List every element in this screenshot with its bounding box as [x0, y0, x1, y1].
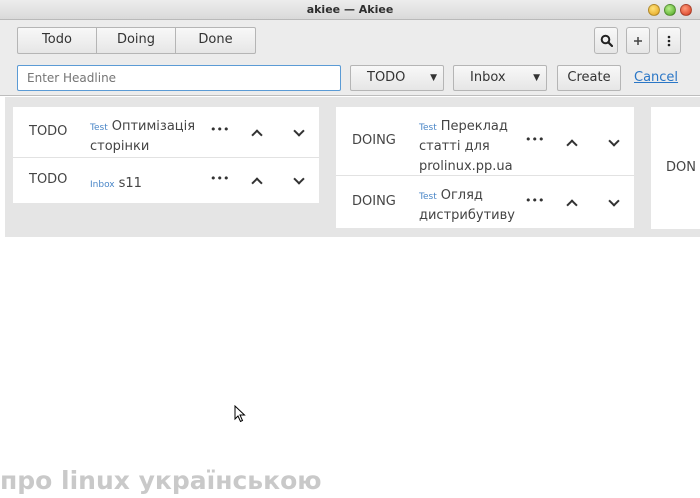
task-card[interactable]: DOING Test Переклад статті для prolinux.p… [336, 107, 634, 176]
chevron-up-icon[interactable] [566, 139, 578, 151]
chevron-down-icon[interactable] [293, 125, 305, 137]
doing-tab[interactable]: Doing [97, 28, 176, 53]
chevron-up-icon[interactable] [251, 177, 263, 189]
add-button[interactable] [626, 27, 650, 54]
task-text: Test Переклад статті для prolinux.pp.ua [419, 115, 519, 175]
title-bar: akiee — Akiee [0, 0, 700, 20]
chevron-down-icon: ▼ [533, 73, 540, 83]
maximize-button[interactable] [664, 4, 676, 16]
view-switcher: Todo Doing Done [17, 27, 256, 54]
cancel-link[interactable]: Cancel [634, 70, 678, 85]
search-button[interactable] [594, 27, 618, 54]
done-tab[interactable]: Done [176, 28, 255, 53]
chevron-down-icon[interactable] [608, 195, 620, 207]
vertical-dots-icon [667, 35, 671, 46]
list-select-value: Inbox [470, 70, 506, 85]
close-button[interactable] [680, 4, 692, 16]
chevron-down-icon[interactable] [608, 135, 620, 147]
more-icon[interactable]: ••• [525, 133, 544, 146]
task-state: DOING [352, 133, 396, 148]
minimize-button[interactable] [648, 4, 660, 16]
todo-tab[interactable]: Todo [18, 28, 97, 53]
more-icon[interactable]: ••• [210, 123, 229, 136]
task-card[interactable]: DOING Test Огляд дистрибутиву ••• [336, 176, 634, 228]
todo-column: TODO Test Оптимізація сторінки ••• TODO I… [13, 107, 319, 203]
task-tag[interactable]: Test [419, 192, 437, 202]
task-tag[interactable]: Inbox [90, 180, 115, 190]
more-icon[interactable]: ••• [525, 194, 544, 207]
task-text: Test Оптимізація сторінки [90, 115, 205, 155]
window-title: akiee — Akiee [306, 3, 394, 16]
search-icon [600, 34, 613, 47]
board: TODO Test Оптимізація сторінки ••• TODO I… [5, 97, 700, 237]
task-title: s11 [118, 176, 142, 191]
plus-icon [634, 36, 642, 45]
task-card[interactable]: TODO Test Оптимізація сторінки ••• [13, 107, 319, 158]
task-state: TODO [29, 172, 68, 187]
state-select[interactable]: TODO ▼ [350, 65, 444, 91]
task-state: DOING [352, 194, 396, 209]
toolbar: Todo Doing Done TODO ▼ Inbox ▼ Create Ca… [0, 20, 700, 96]
task-text: Test Огляд дистрибутиву [419, 184, 519, 224]
chevron-up-icon[interactable] [566, 199, 578, 211]
task-text: Inbox s11 [90, 172, 205, 192]
headline-input[interactable] [17, 65, 341, 91]
menu-button[interactable] [657, 27, 681, 54]
task-card[interactable]: TODO Inbox s11 ••• [13, 158, 319, 203]
doing-column: DOING Test Переклад статті для prolinux.p… [336, 107, 634, 228]
done-column-state: DON [666, 160, 696, 175]
list-select[interactable]: Inbox ▼ [453, 65, 547, 91]
mouse-pointer-icon [234, 405, 246, 423]
chevron-up-icon[interactable] [251, 129, 263, 141]
chevron-down-icon[interactable] [293, 173, 305, 185]
chevron-down-icon: ▼ [430, 73, 437, 83]
task-tag[interactable]: Test [419, 123, 437, 133]
task-tag[interactable]: Test [90, 123, 108, 133]
state-select-value: TODO [367, 70, 406, 85]
more-icon[interactable]: ••• [210, 172, 229, 185]
create-button[interactable]: Create [557, 65, 621, 91]
task-state: TODO [29, 124, 68, 139]
watermark: про linux українською [0, 466, 322, 495]
